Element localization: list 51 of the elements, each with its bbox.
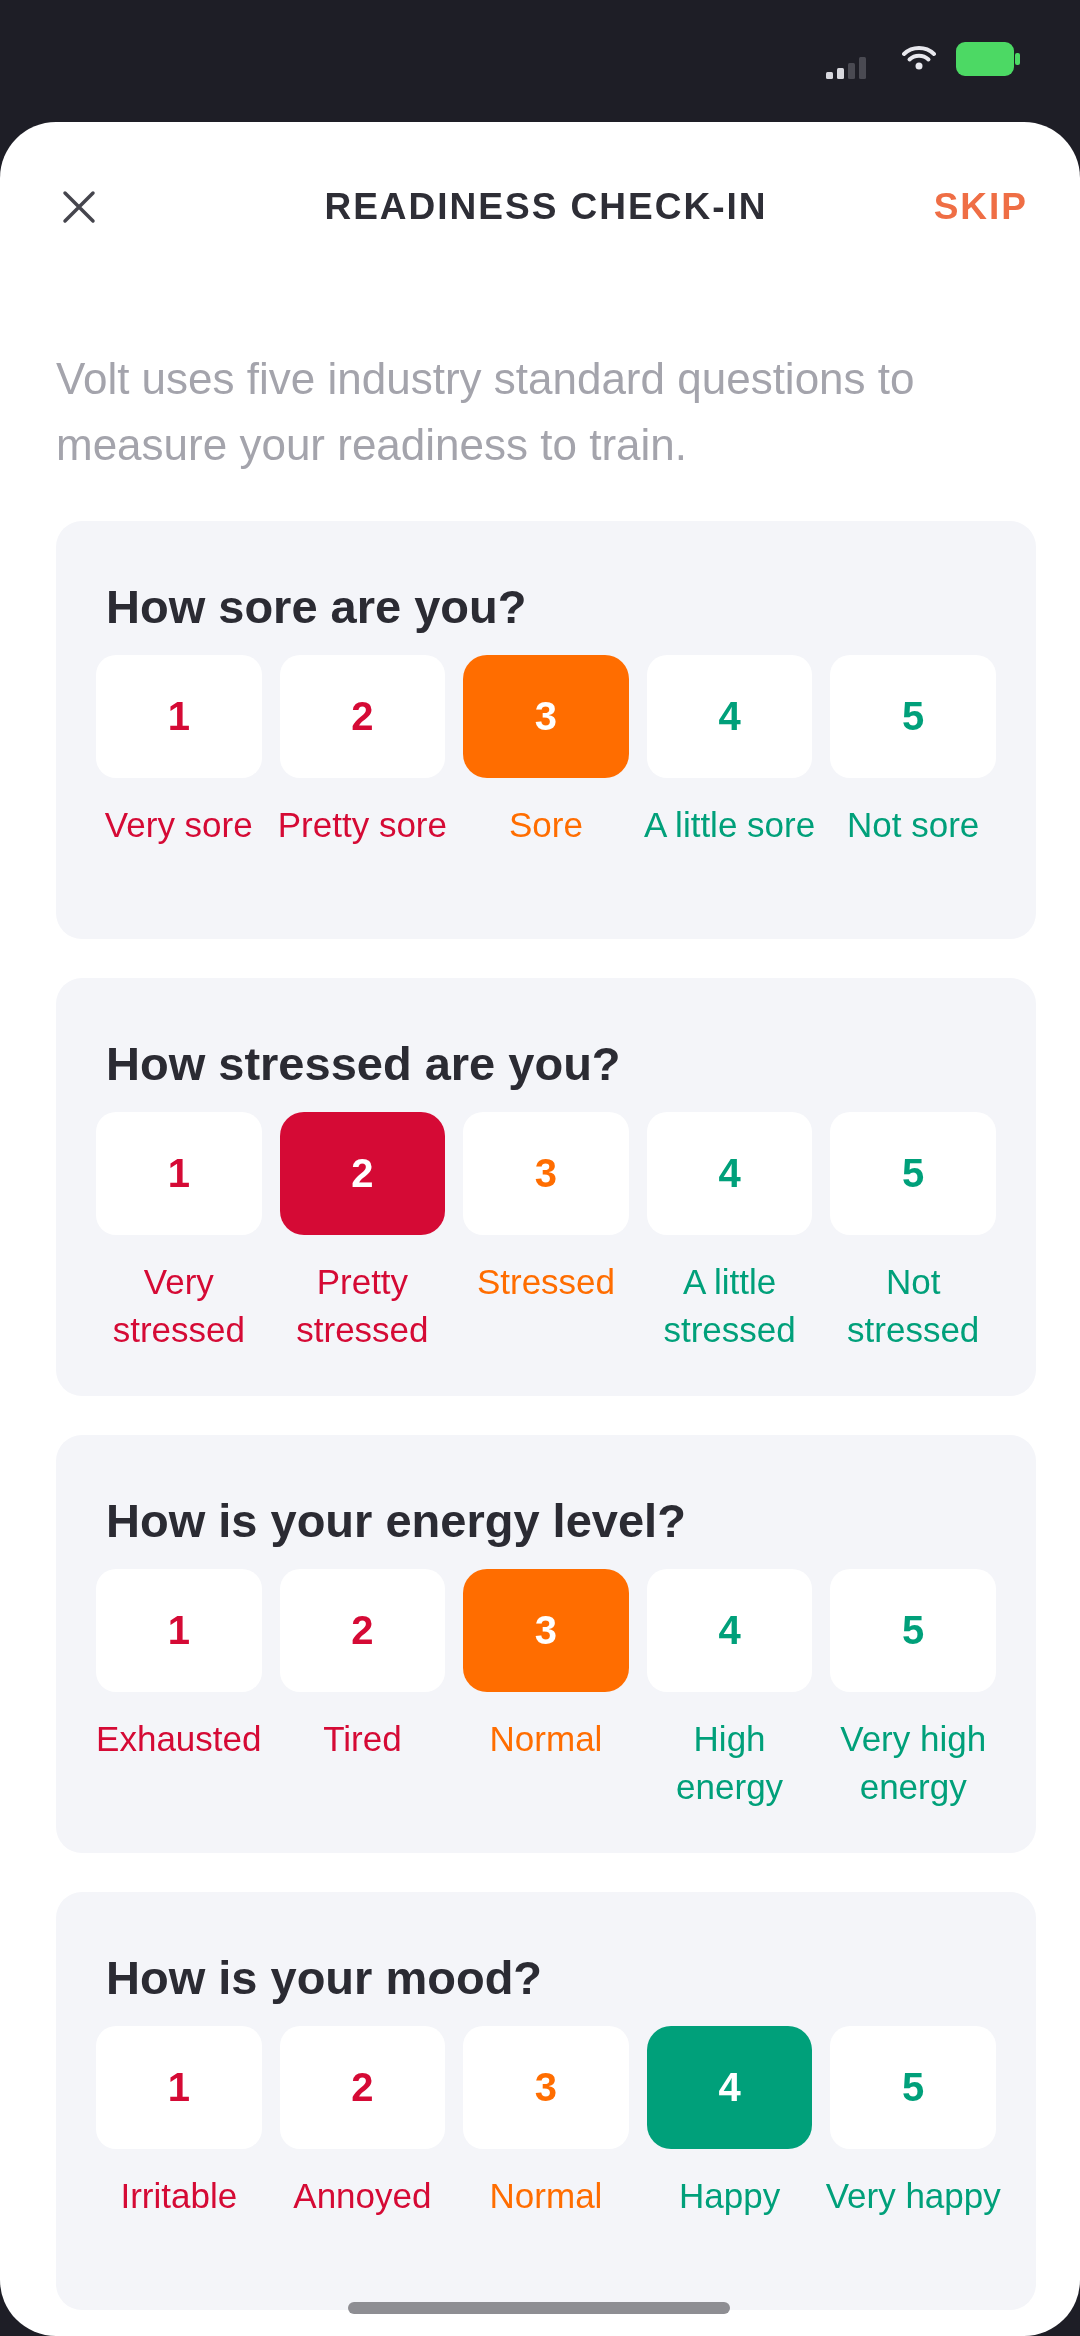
rating-button[interactable]: 4	[646, 1112, 813, 1235]
rating-label: Not stressed	[846, 1261, 981, 1351]
rating-button[interactable]: 3	[463, 1569, 629, 1692]
rating-button[interactable]: 2	[279, 2026, 446, 2149]
rating-label: Not sore	[847, 804, 980, 846]
rating-label: Very stressed	[111, 1261, 246, 1351]
wifi-icon	[902, 44, 936, 70]
skip-button[interactable]: SKIP	[933, 186, 1028, 228]
rating-button[interactable]: 5	[830, 2026, 996, 2149]
rating-label: Very happy	[825, 2175, 1001, 2217]
rating-label: High energy	[675, 1718, 785, 1808]
rating-button[interactable]: 1	[96, 1112, 262, 1235]
rating-label: Pretty stressed	[295, 1261, 430, 1351]
rating-button[interactable]: 2	[279, 655, 446, 778]
rating-label: A little sore	[644, 804, 816, 846]
rating-label: Very high energy	[839, 1718, 988, 1808]
rating-button[interactable]: 4	[646, 655, 813, 778]
question-title: How sore are you?	[106, 579, 527, 635]
close-icon[interactable]	[62, 190, 96, 224]
rating-button[interactable]: 3	[463, 1112, 629, 1235]
intro-text: Volt uses five industry standard questions to measure your readiness to train.	[56, 353, 916, 471]
signal-icon	[826, 57, 868, 79]
rating-label: Stressed	[476, 1261, 616, 1303]
question-title: How is your mood?	[106, 1950, 543, 2006]
rating-label: Irritable	[120, 2175, 238, 2217]
battery-icon	[956, 42, 1020, 76]
rating-button[interactable]: 1	[96, 2026, 262, 2149]
rating-label: Pretty sore	[277, 804, 447, 846]
rating-button[interactable]: 2	[279, 1569, 446, 1692]
rating-button[interactable]: 3	[463, 2026, 629, 2149]
rating-label: Very sore	[104, 804, 253, 846]
rating-button[interactable]: 3	[463, 655, 629, 778]
question-title: How stressed are you?	[106, 1036, 621, 1092]
rating-button[interactable]: 5	[830, 1569, 996, 1692]
rating-label: Happy	[679, 2175, 781, 2217]
rating-label: Annoyed	[293, 2175, 432, 2217]
rating-label: Normal	[489, 1718, 603, 1760]
rating-button[interactable]: 1	[96, 1569, 262, 1692]
rating-label: Exhausted	[96, 1718, 262, 1760]
rating-button[interactable]: 4	[646, 2026, 813, 2149]
rating-label: Sore	[509, 804, 583, 846]
rating-button[interactable]: 5	[830, 655, 996, 778]
rating-button[interactable]: 1	[96, 655, 262, 778]
rating-label: Normal	[489, 2175, 603, 2217]
rating-button[interactable]: 5	[830, 1112, 996, 1235]
rating-button[interactable]: 2	[279, 1112, 446, 1235]
rating-label: Tired	[323, 1718, 402, 1760]
screen-title: READINESS CHECK-IN	[324, 186, 768, 228]
question-title: How is your energy level?	[106, 1493, 686, 1549]
rating-label: A little stressed	[662, 1261, 797, 1351]
rating-button[interactable]: 4	[646, 1569, 813, 1692]
